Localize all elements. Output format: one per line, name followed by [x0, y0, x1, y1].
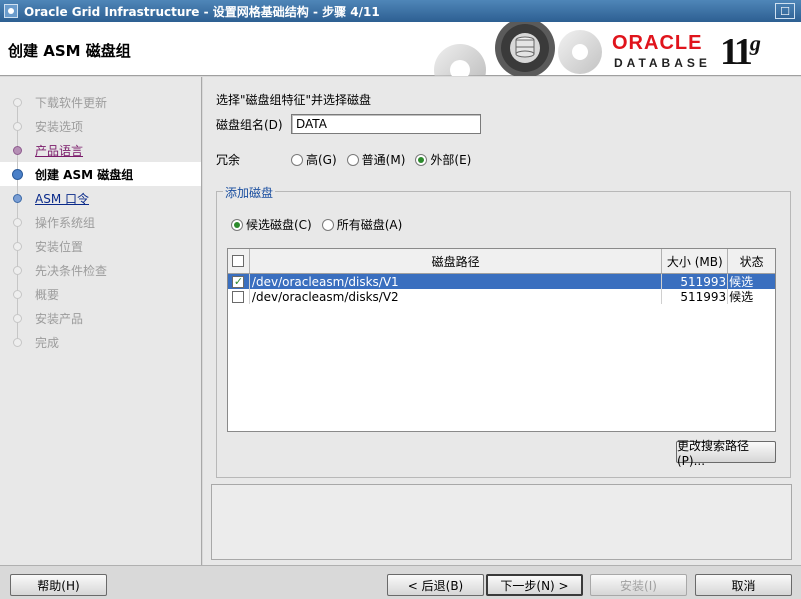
radio-label: 外部(E): [430, 153, 472, 167]
step-node-icon: [12, 169, 23, 180]
step-label: ASM 口令: [35, 191, 89, 206]
step-node-icon: [13, 98, 22, 107]
step-label: 安装选项: [35, 119, 84, 134]
sidebar-step-install-product: 安装产品: [0, 306, 201, 330]
step-node-icon: [13, 290, 22, 299]
step-node-icon: [13, 314, 22, 323]
disk-group-name-input[interactable]: [291, 114, 481, 134]
sidebar-step-create-asm-disk-group[interactable]: 创建 ASM 磁盘组: [0, 162, 201, 186]
sidebar-step-product-language[interactable]: 产品语言: [0, 138, 201, 162]
header-banner: 创建 ASM 磁盘组 ORACLE DATABASE 11g: [0, 22, 801, 76]
disk-size-cell: 511993: [662, 274, 729, 289]
redundancy-external-radio[interactable]: 外部(E): [415, 151, 471, 168]
step-label: 安装位置: [35, 239, 84, 254]
sidebar-step-install-location: 安装位置: [0, 234, 201, 258]
sidebar-step-finish: 完成: [0, 330, 201, 354]
sidebar-step-install-options: 安装选项: [0, 114, 201, 138]
table-header: 磁盘路径 大小 (MB) 状态: [228, 249, 775, 274]
step-label: 完成: [35, 335, 60, 350]
column-size[interactable]: 大小 (MB): [662, 249, 729, 273]
all-disks-radio[interactable]: 所有磁盘(A): [321, 216, 403, 233]
radio-label: 普通(M): [361, 153, 406, 167]
window-titlebar: Oracle Grid Infrastructure - 设置网格基础结构 - …: [0, 0, 801, 22]
database-logo-text: DATABASE: [614, 56, 711, 70]
step-label: 下载软件更新: [35, 95, 108, 110]
next-button[interactable]: 下一步(N) >: [486, 574, 583, 596]
step-node-icon: [13, 242, 22, 251]
radio-icon: [291, 153, 303, 166]
version-suffix: g: [749, 30, 761, 56]
step-node-icon: [13, 266, 22, 275]
sidebar-step-download-updates: 下载软件更新: [0, 90, 201, 114]
page-title: 创建 ASM 磁盘组: [8, 42, 131, 60]
radio-label: 高(G): [306, 153, 337, 167]
version-logo: 11g: [720, 30, 761, 74]
row-checkbox[interactable]: [232, 290, 245, 303]
radio-icon: [321, 218, 334, 231]
sidebar-step-prereq-checks: 先决条件检查: [0, 258, 201, 282]
main-panel: 选择"磁盘组特征"并选择磁盘 磁盘组名(D) 冗余 高(G) 普通(M) 外部(…: [203, 77, 801, 565]
window-title: Oracle Grid Infrastructure - 设置网格基础结构 - …: [24, 4, 380, 19]
steps-sidebar: 下载软件更新 安装选项 产品语言 创建 ASM 磁盘组 ASM 口令 操作系统组…: [0, 77, 202, 565]
disk-status-cell: 候选: [729, 290, 754, 304]
table-row[interactable]: /dev/oracleasm/disks/V2 511993 候选: [228, 289, 775, 304]
radio-selected-icon: [415, 153, 428, 166]
disk-group-name-row: 磁盘组名(D): [216, 114, 481, 134]
instruction-text: 选择"磁盘组特征"并选择磁盘: [216, 93, 372, 107]
step-label: 创建 ASM 磁盘组: [35, 167, 134, 182]
column-status[interactable]: 状态: [728, 249, 775, 273]
step-node-icon: [13, 194, 22, 203]
redundancy-normal-radio[interactable]: 普通(M): [346, 151, 406, 168]
disks-table: 磁盘路径 大小 (MB) 状态 ✓ /dev/oracleasm/disks/V…: [227, 248, 776, 432]
radio-icon: [346, 153, 359, 166]
step-node-icon: [13, 146, 22, 155]
window-menu-icon[interactable]: [4, 4, 18, 18]
sidebar-step-os-groups: 操作系统组: [0, 210, 201, 234]
redundancy-high-radio[interactable]: 高(G): [291, 151, 337, 168]
disk-path-cell: /dev/oracleasm/disks/V1: [250, 274, 663, 289]
redundancy-row: 冗余 高(G) 普通(M) 外部(E): [216, 151, 481, 168]
version-number: 11: [720, 31, 753, 73]
change-discovery-path-button[interactable]: 更改搜索路径(P)...: [676, 439, 776, 468]
oracle-logo: ORACLE: [612, 32, 703, 54]
step-node-icon: [13, 338, 22, 347]
cancel-button[interactable]: 取消: [695, 574, 792, 596]
add-disks-title: 添加磁盘: [223, 184, 276, 201]
sidebar-step-summary: 概要: [0, 282, 201, 306]
message-area: [211, 484, 792, 560]
maximize-icon[interactable]: ☐: [775, 3, 795, 19]
step-label: 概要: [35, 287, 60, 302]
disk-group-name-label: 磁盘组名(D): [216, 117, 283, 132]
disk-path-cell: /dev/oracleasm/disks/V2: [250, 289, 663, 304]
gears-icon: [434, 22, 602, 76]
radio-label: 候选磁盘(C): [246, 218, 312, 232]
row-checkbox-cell: ✓: [228, 274, 250, 289]
select-all-checkbox[interactable]: [232, 255, 245, 267]
sidebar-step-asm-password[interactable]: ASM 口令: [0, 186, 201, 210]
disk-size-cell: 511993: [662, 289, 729, 304]
step-label: 安装产品: [35, 311, 84, 326]
disk-status-cell: 候选: [729, 275, 754, 289]
candidate-disks-radio[interactable]: 候选磁盘(C): [231, 216, 312, 233]
help-button[interactable]: 帮助(H): [10, 574, 107, 596]
redundancy-label: 冗余: [216, 153, 241, 167]
radio-label: 所有磁盘(A): [336, 218, 403, 232]
step-label: 先决条件检查: [35, 263, 108, 278]
column-disk-path[interactable]: 磁盘路径: [250, 249, 663, 273]
install-button: 安装(I): [590, 574, 687, 596]
step-node-icon: [13, 218, 22, 227]
step-node-icon: [13, 122, 22, 131]
footer-bar: 帮助(H) < 后退(B) 下一步(N) > 安装(I) 取消: [0, 565, 801, 599]
back-button[interactable]: < 后退(B): [387, 574, 484, 596]
select-all-column[interactable]: [228, 249, 250, 273]
step-label: 产品语言: [35, 143, 84, 158]
radio-selected-icon: [231, 218, 243, 231]
table-row[interactable]: ✓ /dev/oracleasm/disks/V1 511993 候选: [228, 274, 775, 289]
disk-filter-row: 候选磁盘(C) 所有磁盘(A): [231, 216, 412, 233]
row-checkbox-checked[interactable]: ✓: [232, 275, 245, 288]
step-label: 操作系统组: [35, 215, 96, 230]
row-checkbox-cell: [228, 289, 250, 304]
